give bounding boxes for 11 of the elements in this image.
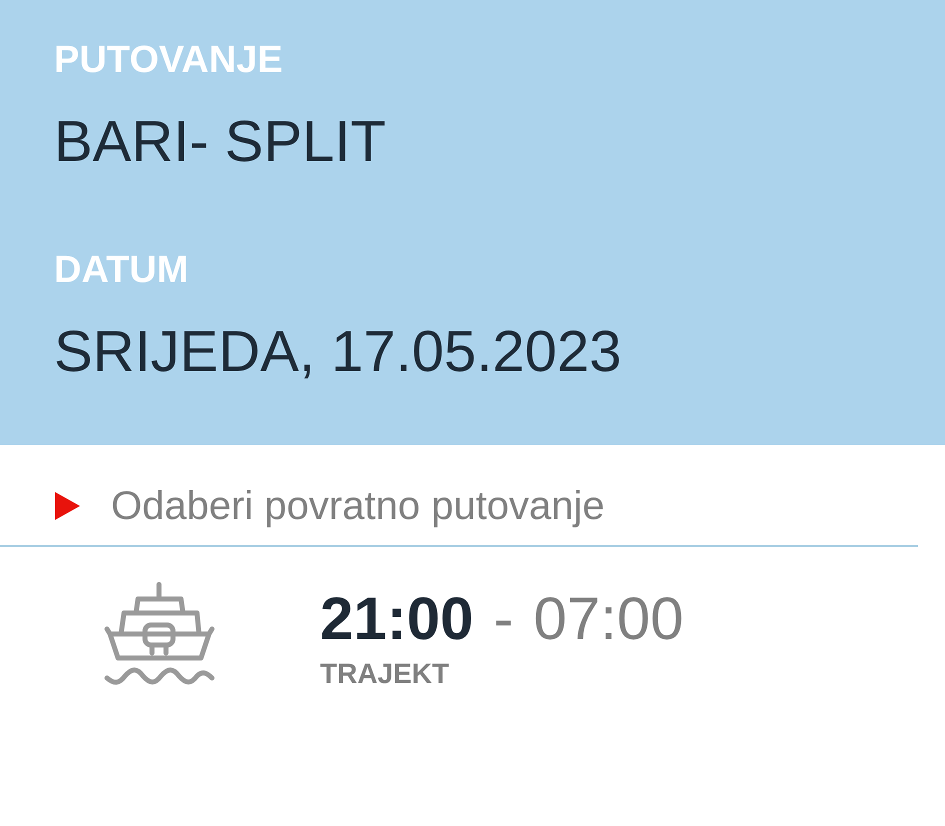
field-value: BARI- SPLIT [54, 113, 386, 171]
return-trip-link[interactable]: Odaberi povratno putovanje [54, 486, 605, 526]
departure-time: 21:00 [320, 589, 474, 649]
field-label: PUTOVANJE [54, 41, 283, 79]
field-value: SRIJEDA, 17.05.2023 [54, 323, 622, 381]
transport-type: TRAJEKT [320, 660, 450, 688]
time-separator: - [493, 589, 514, 649]
ferry-icon [104, 582, 215, 685]
play-triangle-icon [54, 491, 81, 521]
arrival-time: 07:00 [533, 589, 684, 649]
field-label: DATUM [54, 251, 188, 289]
